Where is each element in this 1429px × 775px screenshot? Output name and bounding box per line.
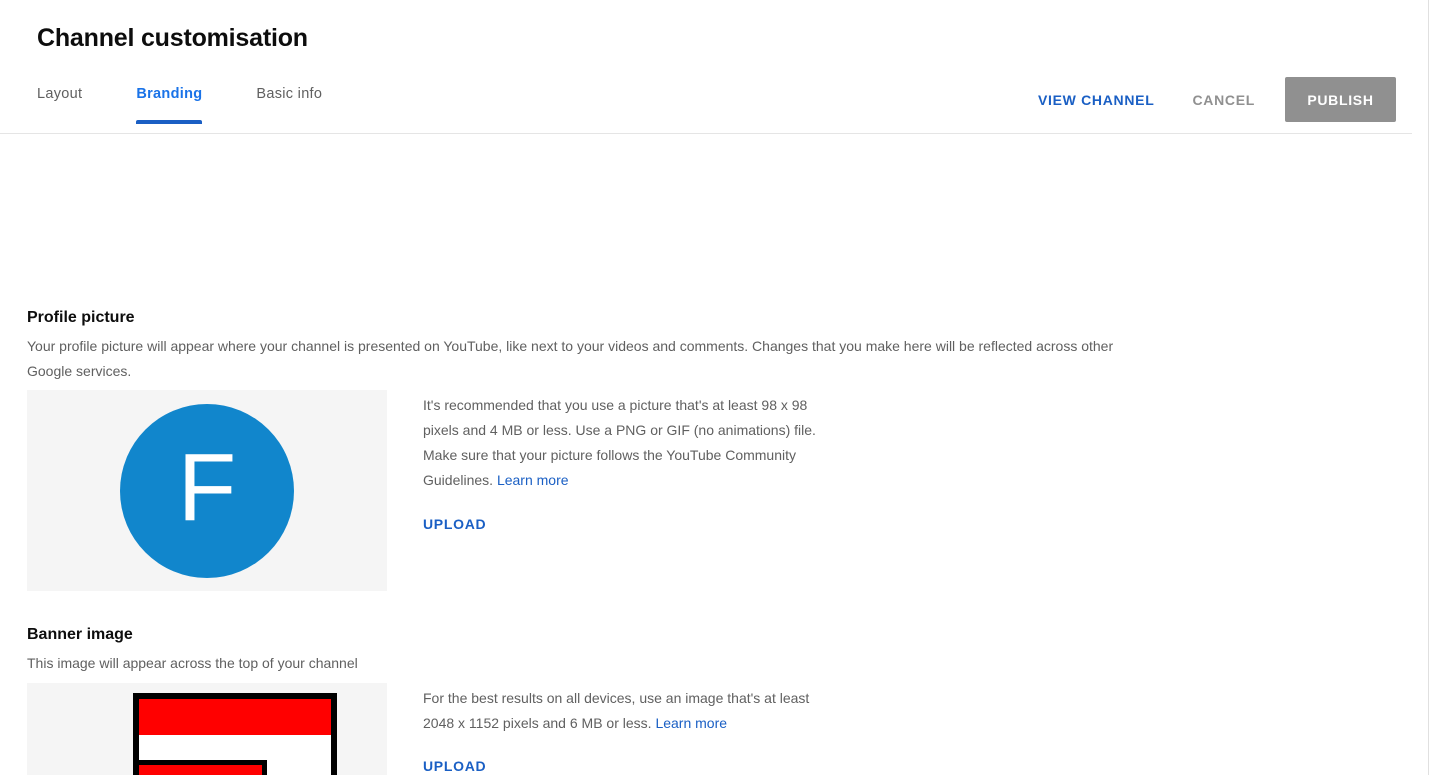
banner-image-recommendation-text: For the best results on all devices, use… bbox=[423, 690, 810, 731]
profile-picture-recommendation-text: It's recommended that you use a picture … bbox=[423, 397, 816, 488]
avatar: F bbox=[120, 404, 294, 578]
page-title: Channel customisation bbox=[37, 24, 308, 52]
laptop-lid bbox=[134, 760, 267, 775]
laptop-icon bbox=[134, 760, 269, 775]
profile-picture-preview[interactable]: F bbox=[27, 390, 387, 591]
banner-image-upload-button[interactable]: UPLOAD bbox=[423, 758, 486, 774]
profile-picture-description: Your profile picture will appear where y… bbox=[27, 338, 1114, 379]
profile-picture-heading: Profile picture bbox=[27, 309, 135, 326]
page-header: Channel customisation Layout Branding Ba… bbox=[0, 0, 1412, 134]
tab-bar: Layout Branding Basic info bbox=[37, 86, 322, 124]
banner-image-learn-more-link[interactable]: Learn more bbox=[655, 715, 727, 731]
view-channel-button[interactable]: VIEW CHANNEL bbox=[1026, 82, 1167, 118]
tab-layout[interactable]: Layout bbox=[37, 86, 82, 124]
channel-customisation-page: Channel customisation Layout Branding Ba… bbox=[0, 0, 1429, 775]
avatar-letter: F bbox=[177, 434, 237, 541]
laptop-banner-stripe bbox=[139, 765, 262, 775]
banner-image-info: For the best results on all devices, use… bbox=[423, 686, 838, 775]
monitor-banner-stripe bbox=[139, 699, 331, 735]
devices-illustration bbox=[107, 688, 367, 775]
profile-picture-recommendation: It's recommended that you use a picture … bbox=[423, 393, 843, 493]
laptop-screen bbox=[139, 765, 262, 775]
banner-image-preview[interactable] bbox=[27, 683, 387, 775]
profile-picture-upload-button[interactable]: UPLOAD bbox=[423, 516, 486, 532]
profile-picture-learn-more-link[interactable]: Learn more bbox=[497, 472, 569, 488]
profile-picture-info: It's recommended that you use a picture … bbox=[423, 393, 843, 534]
tab-branding[interactable]: Branding bbox=[136, 86, 203, 124]
cancel-button[interactable]: CANCEL bbox=[1180, 82, 1267, 118]
tab-basic-info[interactable]: Basic info bbox=[256, 86, 322, 124]
banner-image-heading: Banner image bbox=[27, 626, 133, 643]
banner-image-description: This image will appear across the top of… bbox=[27, 655, 358, 671]
banner-image-recommendation: For the best results on all devices, use… bbox=[423, 686, 838, 736]
header-actions: VIEW CHANNEL CANCEL PUBLISH bbox=[1026, 77, 1396, 122]
publish-button[interactable]: PUBLISH bbox=[1285, 77, 1396, 122]
